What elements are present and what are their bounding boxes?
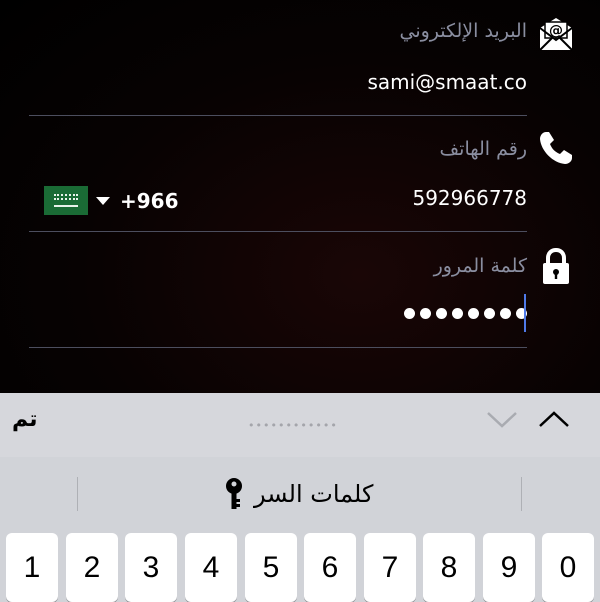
- password-mask-dot: [500, 307, 511, 319]
- key-9[interactable]: 9: [483, 533, 535, 602]
- key-3[interactable]: 3: [125, 533, 177, 602]
- suggestion-separator: [77, 477, 78, 511]
- email-field[interactable]: sami@smaat.co: [367, 70, 527, 94]
- done-button[interactable]: تم: [12, 407, 38, 432]
- key-5[interactable]: 5: [245, 533, 297, 602]
- password-mask-dot: [436, 307, 447, 319]
- country-code-picker[interactable]: +966: [44, 186, 179, 215]
- email-label: البريد الإلكتروني: [399, 20, 528, 42]
- caret-down-icon: [96, 196, 110, 205]
- phone-field[interactable]: 592966778: [412, 186, 527, 210]
- suggestion-separator: [521, 477, 522, 511]
- envelope-at-icon: @: [539, 18, 573, 51]
- lock-icon: [543, 247, 569, 284]
- password-mask-dot: [468, 307, 479, 319]
- key-1[interactable]: 1: [6, 533, 58, 602]
- password-label: كلمة المرور: [433, 255, 527, 277]
- key-2[interactable]: 2: [66, 533, 118, 602]
- keyboard-accessory-bar: تم ••••••••••••: [0, 393, 600, 457]
- dial-code: +966: [120, 188, 179, 213]
- key-8[interactable]: 8: [423, 533, 475, 602]
- passwords-suggestion-label: كلمات السر: [254, 480, 374, 508]
- password-mask-dot: [420, 307, 431, 319]
- key-icon: [226, 478, 242, 509]
- password-divider: [29, 347, 527, 348]
- key-6[interactable]: 6: [304, 533, 356, 602]
- password-mask-dot: [452, 307, 463, 319]
- key-0[interactable]: 0: [542, 533, 594, 602]
- saudi-arabia-flag-icon: [44, 186, 88, 215]
- chevron-up-icon[interactable]: [536, 407, 572, 431]
- suggestion-bar: كلمات السر: [0, 457, 600, 531]
- email-divider: [29, 115, 527, 116]
- password-mask-dot: [404, 307, 415, 319]
- phone-label: رقم الهاتف: [439, 138, 527, 160]
- text-cursor: [524, 294, 526, 332]
- phone-divider: [29, 231, 527, 232]
- number-key-row: 1 2 3 4 5 6 7 8 9 0: [6, 533, 596, 602]
- password-field[interactable]: [404, 300, 527, 326]
- key-7[interactable]: 7: [364, 533, 416, 602]
- password-mask-dot: [484, 307, 495, 319]
- chevron-down-icon[interactable]: [484, 407, 520, 431]
- key-4[interactable]: 4: [185, 533, 237, 602]
- login-form: @ البريد الإلكتروني sami@smaat.co رقم ال…: [0, 0, 600, 393]
- phone-icon: [540, 132, 572, 164]
- field-preview: ••••••••••••: [248, 419, 338, 432]
- passwords-suggestion-button[interactable]: كلمات السر: [224, 477, 373, 511]
- numeric-keyboard: كلمات السر 1 2 3 4 5 6 7 8 9 0: [0, 457, 600, 602]
